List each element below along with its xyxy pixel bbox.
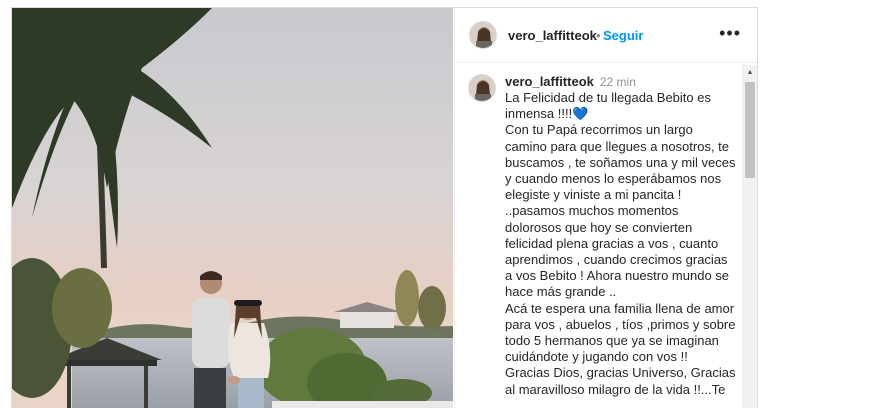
comments-scrollbar[interactable]: ▲	[742, 65, 757, 408]
avatar[interactable]	[469, 21, 497, 49]
comment-time[interactable]: 22 min	[600, 75, 636, 89]
blue-heart-icon: 💙	[572, 106, 589, 122]
comment-avatar-image	[469, 75, 495, 101]
caption-line-5: Gracias Dios, gracias Universo, Gracias …	[505, 365, 736, 397]
post-sidebar: vero_laffitteok • Seguir ••• vero_laffit…	[454, 8, 757, 408]
photo-couple-lakeside	[12, 8, 453, 408]
post-username[interactable]: vero_laffitteok	[508, 28, 597, 43]
comment-avatar[interactable]	[468, 74, 496, 102]
avatar-image	[470, 22, 496, 48]
more-options-icon[interactable]: •••	[719, 24, 741, 42]
follow-button[interactable]: Seguir	[603, 28, 643, 43]
post-header: vero_laffitteok • Seguir •••	[455, 8, 757, 63]
comment-username[interactable]: vero_laffitteok	[505, 74, 594, 89]
comments-panel[interactable]: vero_laffitteok 22 min La Felicidad de tu…	[455, 64, 757, 408]
comment-header: vero_laffitteok 22 min	[505, 74, 735, 90]
caption-line-3: ..pasamos muchos momentos dolorosos que …	[505, 203, 730, 300]
caption-text: La Felicidad de tu llegada Bebito es inm…	[505, 90, 737, 398]
caption-line-1-text: La Felicidad de tu llegada Bebito es inm…	[505, 90, 711, 122]
scroll-up-arrow-icon[interactable]: ▲	[742, 65, 757, 80]
separator-dot: •	[596, 28, 601, 43]
caption-line-2: Con tu Papá recorrimos un largo camino p…	[505, 122, 736, 203]
caption-line-1: La Felicidad de tu llegada Bebito es inm…	[505, 90, 737, 122]
instagram-post: vero_laffitteok • Seguir ••• vero_laffit…	[11, 7, 758, 408]
post-photo[interactable]	[12, 8, 453, 408]
scroll-thumb[interactable]	[745, 82, 755, 178]
caption-line-4: Acá te espera una familia llena de amor …	[505, 300, 736, 365]
